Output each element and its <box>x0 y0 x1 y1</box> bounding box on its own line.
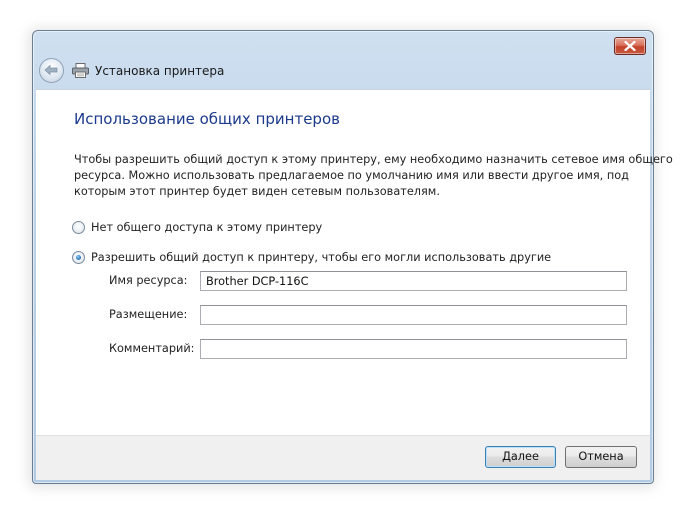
wizard-content: Использование общих принтеров Чтобы разр… <box>36 89 673 436</box>
wizard-footer: Далее Отмена <box>36 435 650 480</box>
share-name-field[interactable] <box>200 271 627 291</box>
close-button[interactable] <box>614 37 646 55</box>
printer-icon <box>72 63 89 78</box>
page-heading: Использование общих принтеров <box>74 110 340 128</box>
add-printer-window: Установка принтера Использование общих п… <box>32 30 673 484</box>
comment-field[interactable] <box>200 339 627 359</box>
share-name-label: Имя ресурса: <box>109 274 188 287</box>
location-field[interactable] <box>200 305 627 325</box>
description-line: которым этот принтер будет виден сетевым… <box>74 185 440 198</box>
radio-share[interactable]: Разрешить общий доступ к принтеру, чтобы… <box>72 251 551 264</box>
window-title: Установка принтера <box>95 64 225 78</box>
radio-share-label: Разрешить общий доступ к принтеру, чтобы… <box>91 251 552 264</box>
description-line: ресурса. Можно использовать предлагаемое… <box>74 169 629 182</box>
location-label: Размещение: <box>109 308 188 321</box>
radio-no-share-label: Нет общего доступа к этому принтеру <box>91 221 323 234</box>
close-icon <box>624 41 636 51</box>
back-button[interactable] <box>39 58 64 83</box>
radio-share-button[interactable] <box>72 251 85 264</box>
cancel-button[interactable]: Отмена <box>565 446 637 468</box>
comment-label: Комментарий: <box>109 342 195 355</box>
page-description: Чтобы разрешить общий доступ к этому при… <box>74 152 673 200</box>
description-line: Чтобы разрешить общий доступ к этому при… <box>74 153 673 166</box>
back-arrow-icon <box>44 64 58 76</box>
next-button[interactable]: Далее <box>485 446 556 468</box>
radio-no-share[interactable]: Нет общего доступа к этому принтеру <box>72 221 322 234</box>
radio-no-share-button[interactable] <box>72 221 85 234</box>
